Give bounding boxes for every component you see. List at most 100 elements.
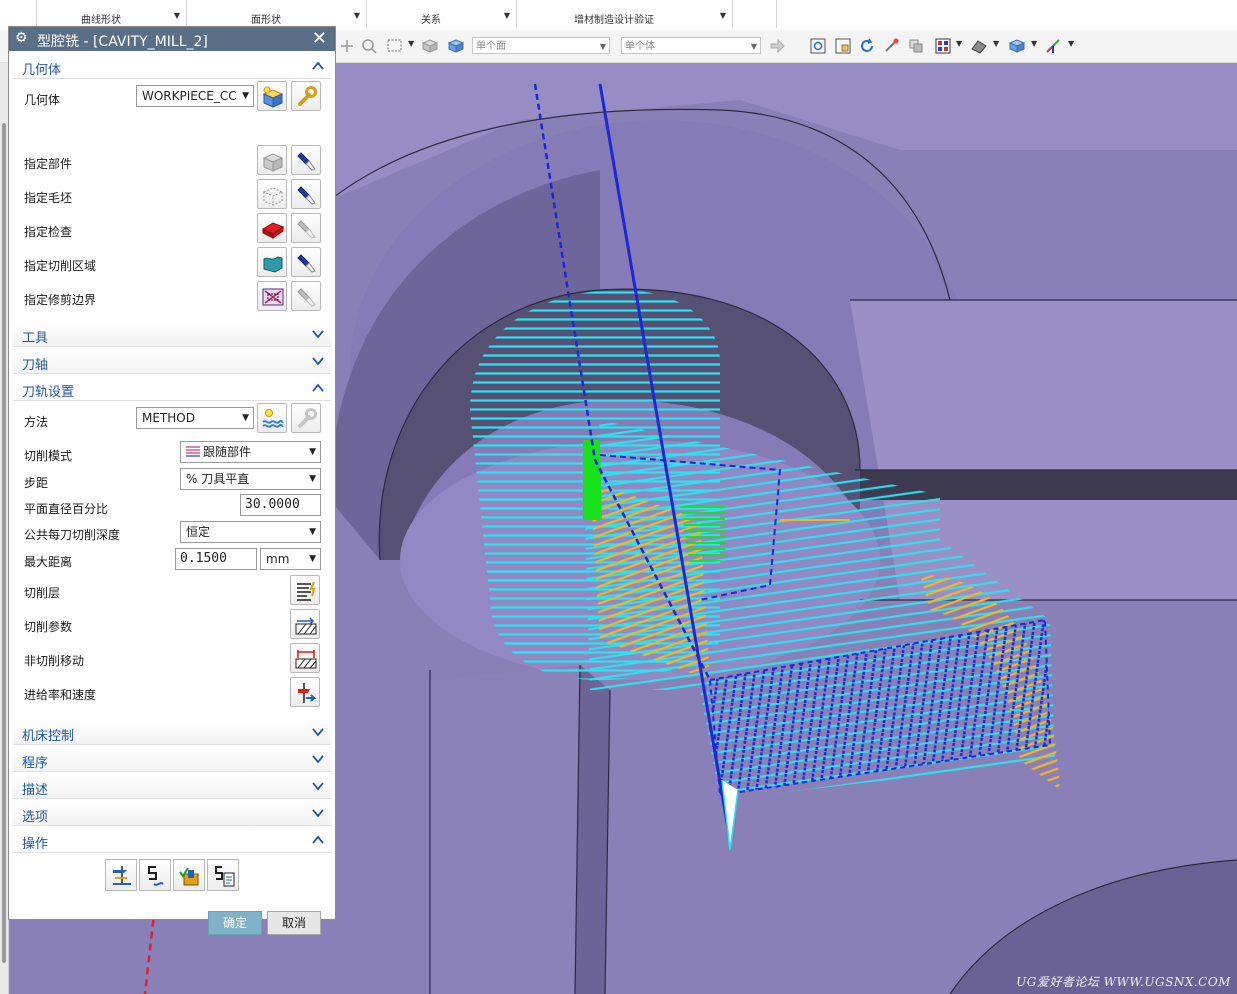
list-toolpath-button[interactable] xyxy=(207,859,239,891)
render-style-icon[interactable] xyxy=(934,37,952,55)
trim-boundary-icon xyxy=(262,288,284,306)
display-trim-boundary-button[interactable] xyxy=(291,281,321,311)
specify-part-label: 指定部件 xyxy=(24,157,73,171)
ribbon-group-am-validation[interactable]: 增材制造设计验证 ▼ xyxy=(516,0,733,28)
chevron-down-icon[interactable] xyxy=(311,327,325,341)
face-select-icon[interactable] xyxy=(421,37,439,55)
cancel-button[interactable]: 取消 xyxy=(267,911,321,935)
non-cutting-moves-icon xyxy=(295,650,317,669)
chevron-up-icon[interactable] xyxy=(311,59,325,73)
chevron-down-icon[interactable]: ▼ xyxy=(354,11,360,20)
snap-point-icon[interactable] xyxy=(338,37,356,55)
chevron-down-icon[interactable]: ▼ xyxy=(1031,39,1037,48)
section-label: 描述 xyxy=(22,783,49,798)
dialog-titlebar[interactable]: ⚙ 型腔铣 - [CAVITY_MILL_2] ✕ xyxy=(9,27,335,51)
display-blank-button[interactable] xyxy=(291,179,321,209)
ribbon-group-curve-shape[interactable]: 曲线形状 ▼ xyxy=(36,0,187,28)
chevron-down-icon[interactable]: ▼ xyxy=(504,11,510,20)
display-part-button[interactable] xyxy=(291,145,321,175)
flat-diameter-percent-input[interactable]: 30.0000 xyxy=(240,494,321,516)
wrench-icon xyxy=(298,86,317,106)
shaded-edges-icon[interactable] xyxy=(970,37,988,55)
pan-icon[interactable] xyxy=(883,37,901,55)
chevron-down-icon: ▼ xyxy=(242,91,249,101)
edit-method-button[interactable] xyxy=(291,403,321,433)
section-program-header[interactable]: 程序 xyxy=(13,748,331,772)
orient-view-icon[interactable] xyxy=(907,37,925,55)
section-options-header[interactable]: 选项 xyxy=(13,802,331,826)
fit-view-icon[interactable] xyxy=(809,37,827,55)
section-label: 刀轴 xyxy=(22,358,49,373)
select-check-button[interactable] xyxy=(257,213,287,243)
new-geometry-button[interactable] xyxy=(257,81,287,111)
check-body-icon xyxy=(261,222,285,239)
cut-pattern-select[interactable]: 跟随部件 ▼ xyxy=(180,441,321,463)
chevron-down-icon[interactable]: ▼ xyxy=(956,39,962,48)
box-select-icon[interactable] xyxy=(386,37,404,55)
ribbon-group-face-shape[interactable]: 面形状 ▼ xyxy=(186,0,367,28)
replay-toolpath-button[interactable] xyxy=(139,859,171,891)
select-cut-area-button[interactable] xyxy=(257,247,287,277)
chevron-up-icon[interactable] xyxy=(311,381,325,395)
zoom-window-icon[interactable] xyxy=(834,37,852,55)
display-check-button[interactable] xyxy=(291,213,321,243)
ribbon-group-label: 曲线形状 xyxy=(81,15,121,26)
chevron-down-icon[interactable]: ▼ xyxy=(408,39,414,48)
body-rule-select[interactable]: 单个体 ▼ xyxy=(621,37,761,54)
select-blank-button[interactable] xyxy=(257,179,287,209)
edit-geometry-button[interactable] xyxy=(291,81,321,111)
section-tool-axis-header[interactable]: 刀轴 xyxy=(13,350,331,374)
cut-pattern-label: 切削模式 xyxy=(24,449,73,463)
body-select-icon[interactable] xyxy=(447,37,465,55)
chevron-down-icon[interactable] xyxy=(311,806,325,820)
section-geometry-header[interactable]: 几何体 xyxy=(13,55,331,79)
section-path-settings-header[interactable]: 刀轨设置 xyxy=(13,377,331,401)
chevron-down-icon[interactable] xyxy=(311,354,325,368)
geometry-select[interactable]: WORKPIECE_CC ▼ xyxy=(136,85,254,107)
section-tool-header[interactable]: 工具 xyxy=(13,323,331,347)
select-trim-boundary-button[interactable] xyxy=(257,281,287,311)
face-rule-select[interactable]: 单个面 ▼ xyxy=(472,37,610,54)
verify-toolpath-button[interactable] xyxy=(173,859,205,891)
section-label: 机床控制 xyxy=(22,729,75,744)
cut-parameters-button[interactable] xyxy=(290,609,320,639)
new-method-button[interactable] xyxy=(257,403,287,433)
section-label: 程序 xyxy=(22,756,49,771)
face-rule-value: 单个面 xyxy=(476,41,506,52)
stepover-select[interactable]: % 刀具平直 ▼ xyxy=(180,468,321,490)
chevron-down-icon[interactable] xyxy=(311,752,325,766)
generate-toolpath-button[interactable] xyxy=(105,859,137,891)
chevron-down-icon[interactable]: ▼ xyxy=(174,11,180,20)
chevron-down-icon[interactable]: ▼ xyxy=(720,11,726,20)
close-icon[interactable]: ✕ xyxy=(312,28,327,49)
non-cutting-moves-label: 非切削移动 xyxy=(24,654,85,668)
section-machine-control-header[interactable]: 机床控制 xyxy=(13,721,331,745)
select-part-button[interactable] xyxy=(257,145,287,175)
ok-button[interactable]: 确定 xyxy=(208,911,262,935)
cut-levels-button[interactable] xyxy=(290,575,320,605)
section-description-header[interactable]: 描述 xyxy=(13,775,331,799)
section-actions-header[interactable]: 操作 xyxy=(13,829,331,853)
chevron-up-icon[interactable] xyxy=(311,833,325,847)
chevron-down-icon: ▼ xyxy=(309,554,316,564)
gear-icon: ⚙ xyxy=(15,30,28,46)
feeds-speeds-button[interactable] xyxy=(290,677,320,707)
scrollbar-thumb[interactable] xyxy=(2,123,6,963)
max-distance-unit-select[interactable]: mm ▼ xyxy=(260,548,321,570)
method-select[interactable]: METHOD ▼ xyxy=(136,407,254,429)
rotate-icon[interactable] xyxy=(858,37,876,55)
max-distance-input[interactable]: 0.1500 xyxy=(175,548,257,570)
specify-check-label: 指定检查 xyxy=(24,225,73,239)
wcs-icon[interactable] xyxy=(1044,37,1062,55)
chevron-down-icon[interactable] xyxy=(311,725,325,739)
chevron-down-icon[interactable] xyxy=(311,779,325,793)
chevron-down-icon[interactable]: ▼ xyxy=(1068,39,1074,48)
view-cube-icon[interactable] xyxy=(1008,37,1026,55)
select-intent-icon[interactable] xyxy=(360,37,378,55)
depth-per-cut-select[interactable]: 恒定 ▼ xyxy=(180,521,321,543)
chevron-down-icon[interactable]: ▼ xyxy=(993,39,999,48)
non-cutting-moves-button[interactable] xyxy=(290,643,320,673)
display-cut-area-button[interactable] xyxy=(291,247,321,277)
ribbon-group-relations[interactable]: 关系 ▼ xyxy=(366,0,517,28)
arrow-right-icon[interactable] xyxy=(768,37,786,55)
